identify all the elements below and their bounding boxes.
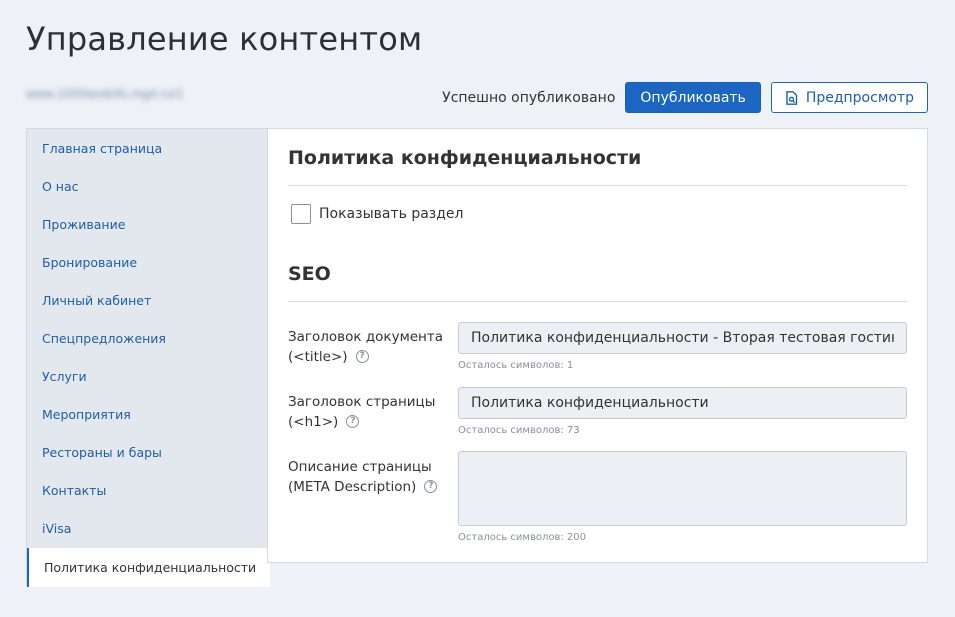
question-circle-icon[interactable]: ?	[346, 414, 360, 428]
seo-heading: SEO	[288, 263, 331, 285]
doc-title-input[interactable]	[458, 322, 907, 354]
question-circle-icon[interactable]: ?	[424, 479, 438, 493]
sidebar-item-booking[interactable]: Бронирование	[27, 243, 268, 281]
preview-button-label: Предпросмотр	[805, 89, 914, 106]
show-section-toggle[interactable]: Показывать раздел	[291, 204, 463, 224]
sidebar-nav: Главная страница О нас Проживание Бронир…	[26, 128, 270, 587]
doc-title-counter: Осталось символов: 1	[458, 360, 574, 371]
sidebar-item-about[interactable]: О нас	[27, 167, 268, 205]
toolbar: Успешно опубликовано Опубликовать Предпр…	[442, 82, 928, 113]
doc-title-label: Заголовок документа (<title>)?	[288, 327, 448, 367]
meta-description-textarea[interactable]	[458, 451, 907, 526]
page-title: Управление контентом	[26, 20, 423, 58]
meta-description-label-text: Описание страницы (META Description)	[288, 459, 432, 495]
sidebar-item-account[interactable]: Личный кабинет	[27, 281, 268, 319]
page-h1-counter: Осталось символов: 73	[458, 425, 580, 436]
publish-button[interactable]: Опубликовать	[625, 82, 761, 113]
preview-button[interactable]: Предпросмотр	[770, 82, 928, 113]
sidebar-item-events[interactable]: Мероприятия	[27, 395, 268, 433]
page-h1-label-text: Заголовок страницы (<h1>)	[288, 394, 436, 430]
site-url[interactable]: www.1000testinfo.mgrt.ru/1	[26, 86, 184, 101]
meta-description-label: Описание страницы (META Description)?	[288, 457, 448, 497]
content-editor-panel: Политика конфиденциальности Показывать р…	[267, 128, 928, 563]
page-h1-input[interactable]	[458, 387, 907, 419]
section-title: Политика конфиденциальности	[288, 147, 642, 169]
publish-status: Успешно опубликовано	[442, 89, 616, 106]
sidebar-item-home[interactable]: Главная страница	[27, 129, 268, 167]
sidebar-item-special-offers[interactable]: Спецпредложения	[27, 319, 268, 357]
sidebar-item-contacts[interactable]: Контакты	[27, 471, 268, 509]
meta-description-counter: Осталось символов: 200	[458, 532, 586, 543]
divider	[288, 185, 907, 186]
sidebar-item-privacy-policy[interactable]: Политика конфиденциальности	[27, 548, 270, 587]
question-circle-icon[interactable]: ?	[355, 349, 369, 363]
sidebar-item-accommodation[interactable]: Проживание	[27, 205, 268, 243]
show-section-label: Показывать раздел	[319, 206, 464, 222]
sidebar-item-services[interactable]: Услуги	[27, 357, 268, 395]
page-h1-label: Заголовок страницы (<h1>)?	[288, 392, 448, 432]
divider	[288, 301, 907, 302]
show-section-checkbox[interactable]	[291, 204, 311, 224]
document-preview-icon	[786, 90, 798, 105]
sidebar-item-ivisa[interactable]: iVisa	[27, 509, 268, 547]
sidebar-item-restaurants[interactable]: Рестораны и бары	[27, 433, 268, 471]
